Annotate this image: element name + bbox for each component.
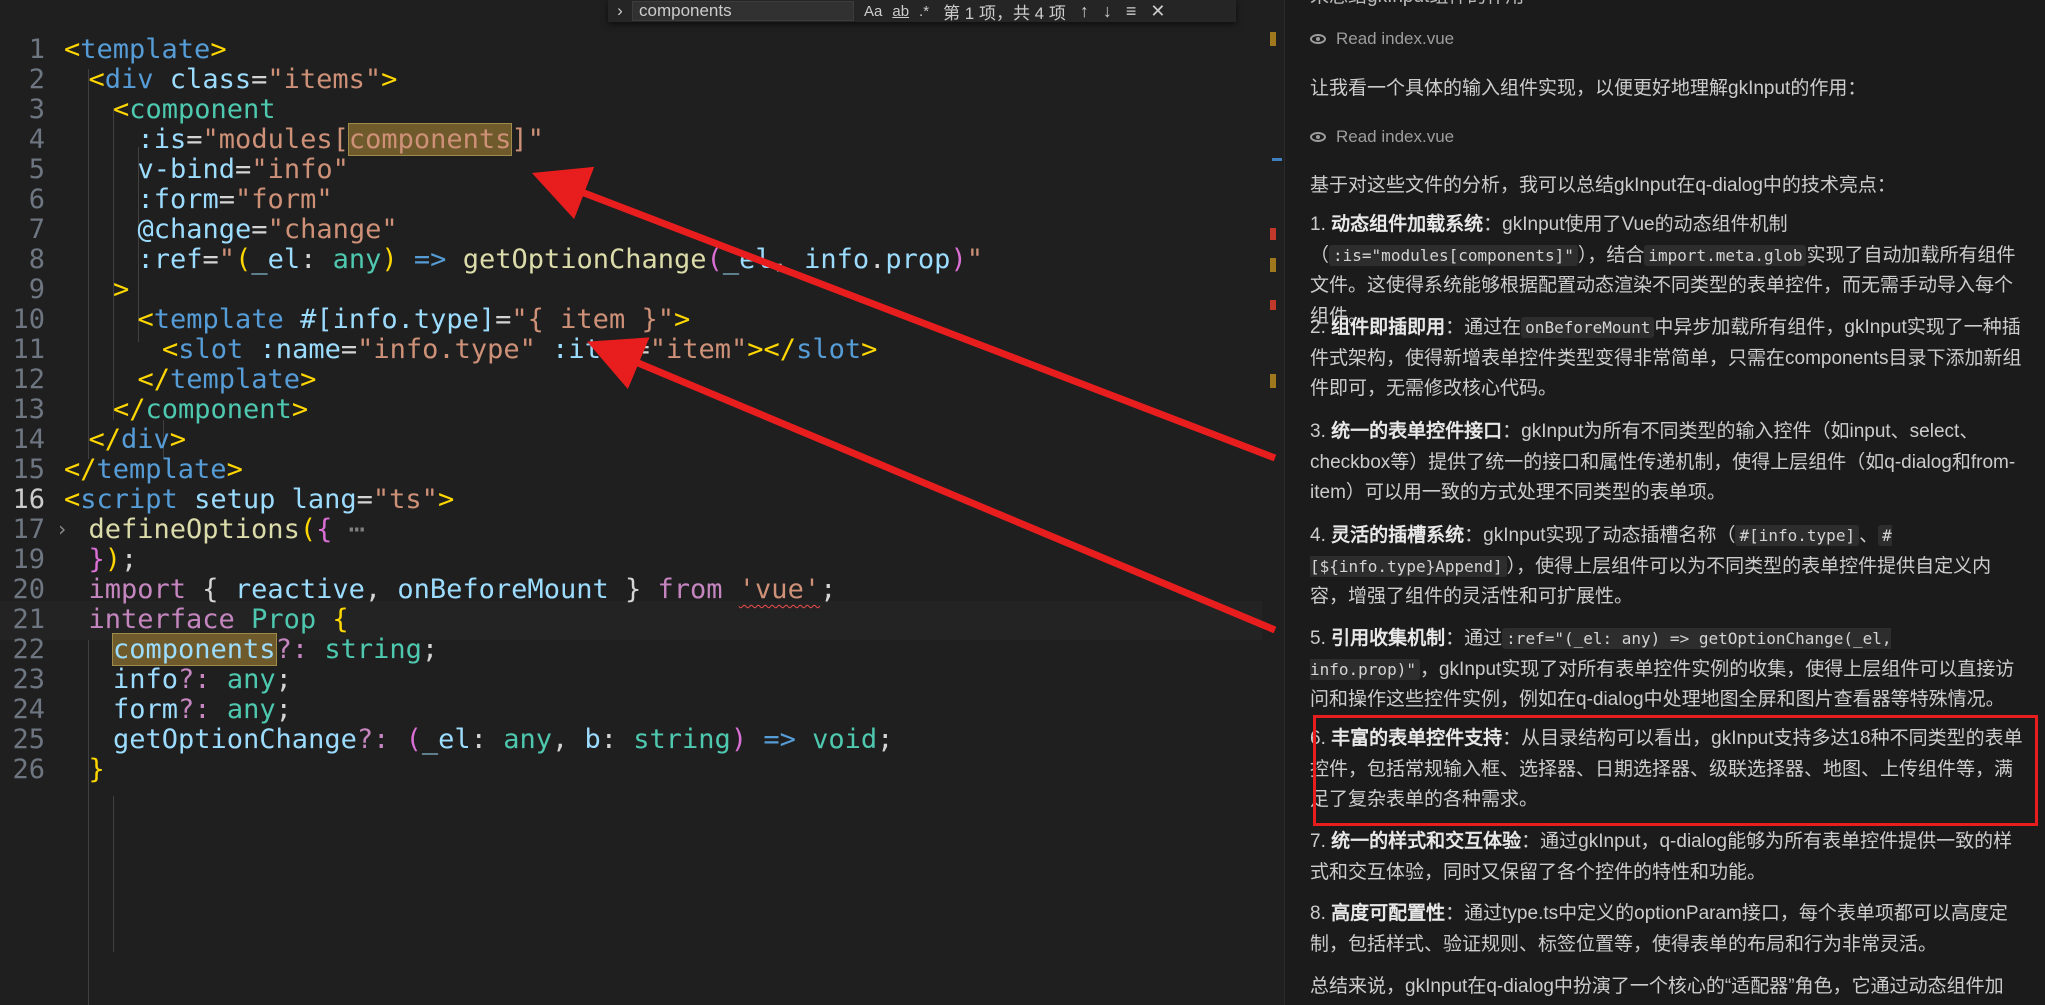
- item-number: 3.: [1310, 421, 1326, 442]
- whole-word-button[interactable]: ab: [892, 3, 909, 20]
- list-item: 4. 灵活的插槽系统：gkInput实现了动态插槽名称（ #[info.type]…: [1310, 521, 2028, 613]
- item-text: ），结合: [1577, 244, 1645, 266]
- toggle-replace-icon[interactable]: ›: [608, 1, 632, 21]
- find-widget: › Aa ab .* 第 1 项，共 4 项 ↑ ↓ ≡ ✕: [608, 0, 1236, 23]
- item-text: 、: [1859, 525, 1879, 546]
- chat-panel: 来总结gkInput组件的作用 Read index.vue 让我看一个具体的输…: [1284, 0, 2045, 1005]
- regex-button[interactable]: .*: [919, 3, 929, 20]
- ruler-match-marker: [1270, 258, 1276, 272]
- code-editor[interactable]: 1 <template> 2 <div class="items"> 3 <compone…: [0, 0, 1262, 1005]
- item-number: 5.: [1310, 628, 1326, 649]
- item-number: 1.: [1310, 214, 1326, 235]
- item-text: ：通过在: [1445, 317, 1522, 338]
- ruler-error-marker: [1270, 300, 1276, 310]
- indent-guide: [113, 796, 114, 952]
- overview-ruler[interactable]: [1262, 0, 1284, 1005]
- arrow-up-icon[interactable]: ↑: [1080, 1, 1089, 22]
- inline-code: onBeforeMount: [1521, 317, 1655, 338]
- inline-code: #[info.type]: [1735, 525, 1860, 546]
- ruler-error-marker: [1270, 228, 1276, 240]
- chat-intro-text: 让我看一个具体的输入组件实现，以便更好地理解gkInput的作用：: [1310, 78, 1867, 99]
- match-case-button[interactable]: Aa: [864, 3, 882, 20]
- eye-icon: [1310, 34, 1326, 44]
- item-number: 4.: [1310, 525, 1326, 546]
- item-title: 灵活的插槽系统: [1331, 525, 1465, 546]
- item-title: 丰富的表单控件支持: [1331, 728, 1503, 749]
- list-item: 8. 高度可配置性：通过type.ts中定义的optionParam接口，每个表…: [1310, 899, 2028, 960]
- inline-code: import.meta.glob: [1644, 244, 1807, 266]
- item-number: 7.: [1310, 831, 1326, 852]
- line-number: 26: [12, 754, 45, 785]
- list-item: 5. 引用收集机制：通过:ref="(_el: any) => getOptio…: [1310, 624, 2028, 716]
- close-icon[interactable]: ✕: [1150, 1, 1165, 22]
- inline-code: :is="modules[components]": [1329, 244, 1578, 266]
- item-number: 6.: [1310, 728, 1326, 749]
- list-item: 2. 组件即插即用：通过在 onBeforeMount 中异步加载所有组件，gkIn…: [1310, 313, 2028, 405]
- item-text: ：gkInput实现了动态插槽名称（: [1464, 525, 1736, 546]
- tool-read-row[interactable]: Read index.vue: [1310, 127, 1454, 147]
- chat-partial-text: 来总结gkInput组件的作用: [1310, 0, 2020, 12]
- code-token: }: [88, 754, 105, 785]
- item-title: 引用收集机制: [1331, 628, 1446, 649]
- item-title: 高度可配置性: [1331, 903, 1446, 924]
- list-item: 7. 统一的样式和交互体验：通过gkInput，q-dialog能够为所有表单控…: [1310, 827, 2028, 888]
- item-title: 动态组件加载系统: [1331, 214, 1484, 235]
- tool-read-row[interactable]: Read index.vue: [1310, 29, 1454, 49]
- item-title: 组件即插即用: [1331, 317, 1446, 338]
- list-item-highlighted: 6. 丰富的表单控件支持：从目录结构可以看出，gkInput支持多达18种不同类…: [1310, 724, 2028, 816]
- list-item: 3. 统一的表单控件接口：gkInput为所有不同类型的输入控件（如input、…: [1310, 417, 2028, 509]
- find-in-selection-icon[interactable]: ≡: [1126, 1, 1137, 22]
- item-title: 统一的样式和交互体验: [1331, 831, 1522, 852]
- arrow-down-icon[interactable]: ↓: [1103, 1, 1112, 22]
- tool-read-label: Read index.vue: [1336, 29, 1455, 48]
- item-number: 8.: [1310, 903, 1326, 924]
- ruler-match-marker: [1270, 374, 1276, 388]
- eye-icon: [1310, 132, 1326, 142]
- item-text: ：通过: [1445, 628, 1503, 649]
- find-result-count: 第 1 项，共 4 项: [943, 3, 1066, 23]
- chat-conclusion: 总结来说，gkInput在q-dialog中扮演了一个核心的“适配器”角色，它通…: [1310, 976, 2004, 997]
- ruler-cursor-marker: [1272, 158, 1282, 161]
- code-line[interactable]: 26}: [0, 750, 1262, 789]
- chat-summary-intro: 基于对这些文件的分析，我可以总结gkInput在q-dialog中的技术亮点：: [1310, 175, 1896, 196]
- tool-read-label: Read index.vue: [1336, 127, 1455, 146]
- code-text: }: [89, 750, 105, 789]
- item-title: 统一的表单控件接口: [1331, 421, 1503, 442]
- item-number: 2.: [1310, 317, 1326, 338]
- ruler-match-marker: [1270, 32, 1276, 46]
- find-input[interactable]: [632, 1, 854, 21]
